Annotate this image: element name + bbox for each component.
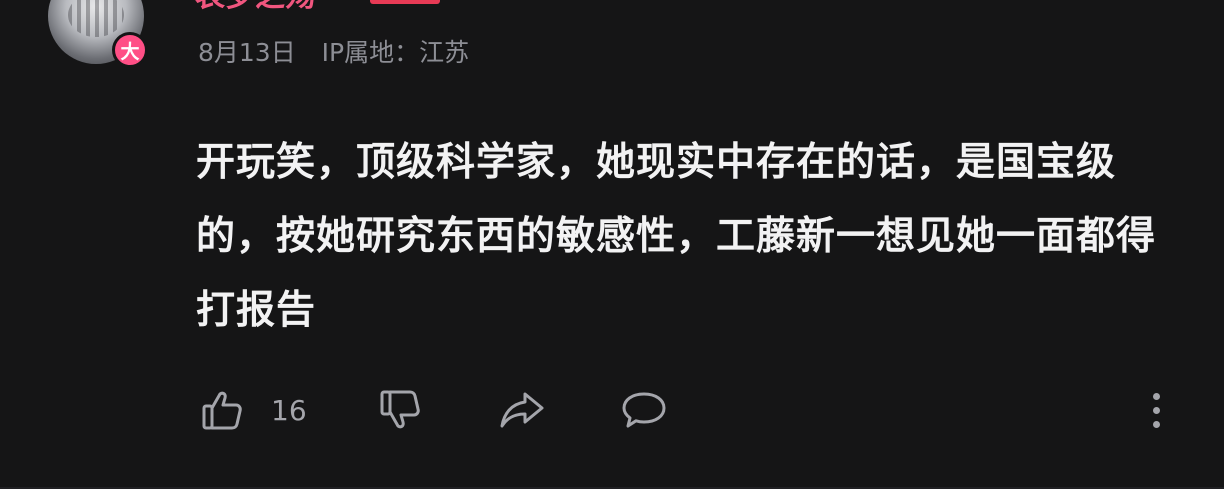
like-count: 16 bbox=[271, 394, 307, 427]
share-button[interactable] bbox=[494, 384, 550, 436]
thumbs-up-icon bbox=[202, 391, 242, 430]
share-icon bbox=[500, 392, 544, 428]
avatar-badge: 大 bbox=[112, 32, 148, 68]
level-badge bbox=[370, 0, 440, 4]
username[interactable]: 表罗之殇 bbox=[195, 0, 315, 12]
more-vertical-icon bbox=[1152, 392, 1160, 400]
reply-button[interactable] bbox=[616, 384, 672, 436]
comment-text: 开玩笑，顶级科学家，她现实中存在的话，是国宝级的，按她研究东西的敏感性，工藤新一… bbox=[196, 140, 1157, 333]
comment-meta: 8月13日 IP属地：江苏 bbox=[198, 33, 487, 69]
thumbs-down-icon bbox=[380, 390, 420, 429]
ip-location: IP属地：江苏 bbox=[321, 38, 470, 67]
comment-icon bbox=[622, 392, 666, 428]
like-button[interactable] bbox=[194, 384, 250, 436]
dislike-button[interactable] bbox=[372, 384, 428, 436]
more-dot bbox=[1152, 420, 1160, 428]
comment-date: 8月13日 bbox=[198, 38, 296, 67]
more-dot bbox=[1152, 406, 1160, 414]
more-button[interactable] bbox=[1136, 386, 1176, 434]
comment-actions: 16 bbox=[0, 380, 1224, 440]
